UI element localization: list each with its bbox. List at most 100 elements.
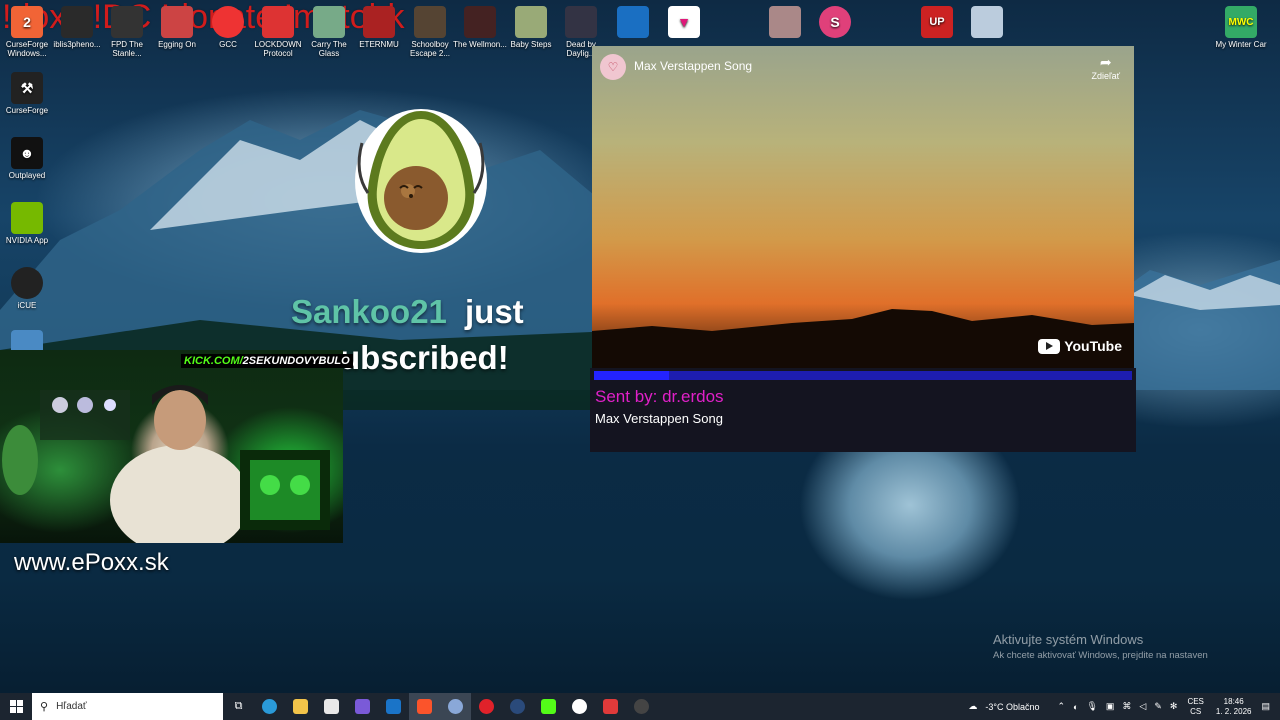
desktop-icon-app-5[interactable]: UP (910, 6, 964, 42)
game-icon (313, 6, 345, 38)
microphone-icon[interactable]: 🎙 (1086, 701, 1097, 712)
curseforge-icon: ⚒ (11, 72, 43, 104)
taskbar-app-chart[interactable] (626, 693, 657, 720)
volume-icon[interactable]: ◁ (1139, 701, 1146, 712)
game-icon (464, 6, 496, 38)
avocado-alert-image (355, 109, 487, 253)
sunset-silhouette (592, 309, 1134, 368)
opera-icon (479, 699, 494, 714)
video-title[interactable]: Max Verstappen Song (634, 59, 752, 73)
clock[interactable]: 18:46 1. 2. 2026 (1216, 697, 1252, 717)
desktop-icon-app-6[interactable] (960, 6, 1014, 42)
youtube-video-player[interactable]: ♡ Max Verstappen Song ➦ Zdieľať YouTube (592, 46, 1134, 368)
windows-logo-icon (9, 700, 23, 713)
desktop-icon-fpd[interactable]: FPD The Stanle... (100, 6, 154, 58)
game-icon (111, 6, 143, 38)
desktop-icon-carry-the-glass[interactable]: Carry The Glass (302, 6, 356, 58)
tray-icon-3[interactable]: ✻ (1170, 701, 1178, 712)
share-arrow-icon: ➦ (1099, 54, 1112, 70)
app-icon: ▼ (668, 6, 700, 38)
game-icon (971, 6, 1003, 38)
obs-icon (572, 699, 587, 714)
desktop-icon-iblis[interactable]: iblis3pheno... (50, 6, 104, 49)
task-view-icon: ⧉ (234, 700, 243, 712)
desktop-icon-this-pc[interactable] (0, 330, 54, 350)
chevron-up-icon[interactable]: ⌃ (1057, 701, 1065, 712)
folder-icon (293, 699, 308, 714)
desktop-icon-app-1[interactable] (606, 6, 660, 42)
desktop-icon-egging-on[interactable]: Egging On (150, 6, 204, 49)
youtube-play-icon (1038, 338, 1061, 354)
start-button[interactable] (0, 693, 32, 720)
website-label: www.ePoxx.sk (14, 549, 169, 576)
desktop-icon-curseforge-windows[interactable]: 2 CurseForge Windows... (0, 6, 54, 58)
taskbar: ⚲ Hľadať ⧉ ☁ -3°C Oblačno ⌃ ◐ 🎙 ▣ ⌘ ◁ ✎ … (0, 693, 1280, 720)
nvidia-icon (11, 202, 43, 234)
taskbar-brave[interactable] (409, 693, 440, 720)
desktop-icon-baby-steps[interactable]: Baby Steps (504, 6, 558, 49)
desktop-icon-icue[interactable]: iCUE (0, 267, 54, 310)
desktop-icon-eternmu[interactable]: ETERNMU (352, 6, 406, 49)
steam-icon (510, 699, 525, 714)
weather-icon[interactable]: ☁ (968, 701, 977, 712)
desktop-icon-my-winter-car[interactable]: MWC My Winter Car (1214, 6, 1268, 49)
taskbar-edge[interactable] (254, 693, 285, 720)
desktop-icon-gcc[interactable]: GCC (201, 6, 255, 49)
desktop-icon-nvidia-app[interactable]: NVIDIA App (0, 202, 54, 245)
mail-icon (386, 699, 401, 714)
pen-icon[interactable]: ✎ (1154, 701, 1162, 712)
egg-icon (161, 6, 193, 38)
task-view-button[interactable]: ⧉ (223, 693, 254, 720)
taskbar-app-red[interactable] (595, 693, 626, 720)
song-sent-by: Sent by: dr.erdos (595, 387, 724, 406)
desktop-icon-curseforge[interactable]: ⚒ CurseForge (0, 72, 54, 115)
desktop-icon-app-3[interactable] (758, 6, 812, 42)
song-progress-bar (594, 371, 1132, 380)
chrome-icon (212, 6, 244, 38)
game-icon (515, 6, 547, 38)
webcam-feed (0, 350, 343, 543)
app-icon (603, 699, 618, 714)
share-button[interactable]: ➦ Zdieľať (1091, 54, 1120, 81)
weather-text[interactable]: -3°C Oblačno (985, 702, 1039, 712)
desktop-icon-lockdown-protocol[interactable]: LOCKDOWN Protocol (251, 6, 305, 58)
network-icon[interactable]: ⌘ (1122, 701, 1131, 712)
game-icon (769, 6, 801, 38)
taskbar-store[interactable] (316, 693, 347, 720)
computer-icon (11, 330, 43, 350)
youtube-logo[interactable]: YouTube (1038, 338, 1122, 354)
taskbar-kick[interactable] (533, 693, 564, 720)
kick-channel-tag: KICK.COM/2SEKUNDOVYBULO (181, 354, 353, 368)
channel-avatar[interactable]: ♡ (600, 54, 626, 80)
tray-icon-2[interactable]: ▣ (1106, 701, 1115, 712)
icue-icon (11, 267, 43, 299)
taskbar-app-m365[interactable] (347, 693, 378, 720)
kick-icon (541, 699, 556, 714)
game-icon (262, 6, 294, 38)
taskbar-search-box[interactable]: ⚲ Hľadať (32, 693, 223, 720)
game-icon (414, 6, 446, 38)
desktop-icon-app-2[interactable]: ▼ (657, 6, 711, 42)
song-title: Max Verstappen Song (595, 411, 723, 426)
taskbar-app-circle[interactable] (440, 693, 471, 720)
tray-icon-1[interactable]: ◐ (1073, 702, 1078, 712)
taskbar-opera[interactable] (471, 693, 502, 720)
store-icon (324, 699, 339, 714)
search-icon: ⚲ (40, 701, 49, 713)
alert-text-subscribed: ubscribed! (340, 339, 509, 376)
alert-username: Sankoo21 (291, 293, 447, 330)
desktop-icon-outplayed[interactable]: ☻ Outplayed (0, 137, 54, 180)
notification-icon[interactable]: ▤ (1261, 701, 1270, 712)
webcam-scene (2, 385, 330, 543)
desktop-icon-app-4[interactable]: S (808, 6, 862, 42)
language-indicator[interactable]: CES CS (1187, 697, 1203, 717)
game-icon: UP (921, 6, 953, 38)
alert-text-just: just (465, 293, 524, 330)
taskbar-file-explorer[interactable] (285, 693, 316, 720)
desktop-icon-wellmon[interactable]: The Wellmon... (453, 6, 507, 49)
taskbar-outlook[interactable] (378, 693, 409, 720)
app-icon (355, 699, 370, 714)
taskbar-steam[interactable] (502, 693, 533, 720)
desktop-icon-schoolboy-escape[interactable]: Schoolboy Escape 2... (403, 6, 457, 58)
taskbar-obs[interactable] (564, 693, 595, 720)
